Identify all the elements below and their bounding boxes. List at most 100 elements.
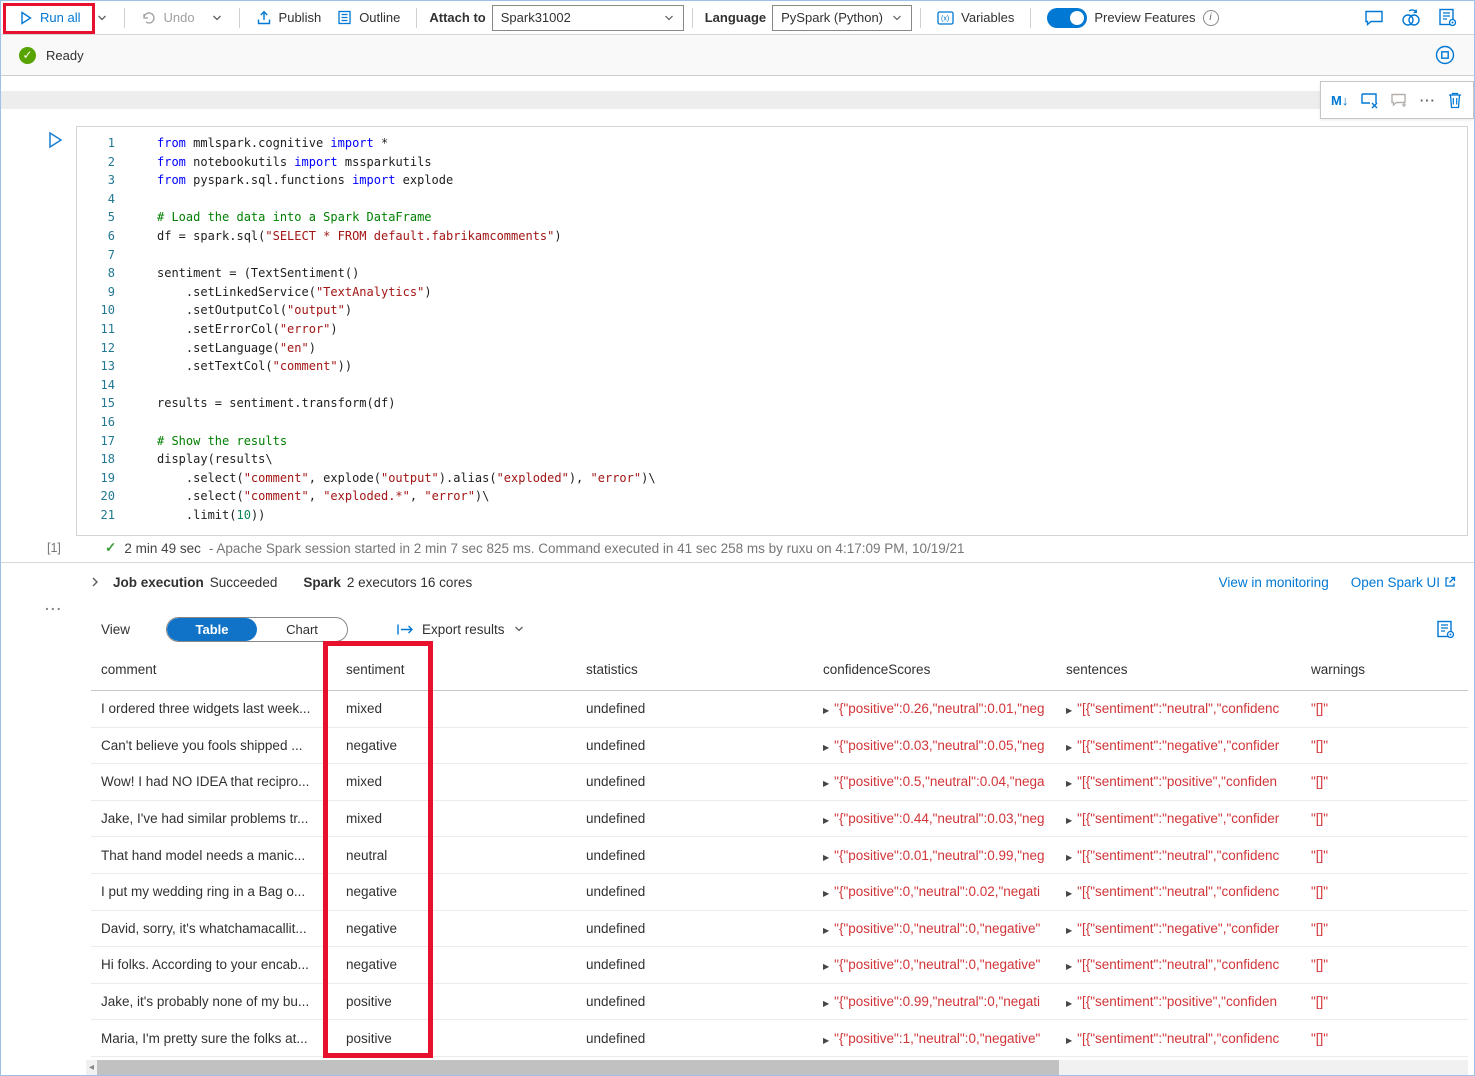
view-in-monitoring-link[interactable]: View in monitoring xyxy=(1219,575,1329,590)
run-all-button[interactable]: Run all xyxy=(11,4,88,32)
run-all-dropdown[interactable] xyxy=(88,4,116,32)
expand-icon[interactable]: ▶ xyxy=(1066,889,1072,898)
spark-sessions-button[interactable] xyxy=(1400,8,1422,27)
sentiment-cell: neutral xyxy=(336,848,576,863)
attach-to-label: Attach to xyxy=(429,10,485,25)
expand-job-chevron-icon[interactable] xyxy=(89,576,101,588)
expand-icon[interactable]: ▶ xyxy=(1066,1036,1072,1045)
run-cell-button[interactable] xyxy=(47,131,64,152)
undo-dropdown[interactable] xyxy=(203,4,231,32)
add-comment-button[interactable] xyxy=(1390,92,1409,109)
code-editor[interactable]: 1from mmlspark.cognitive import *2from n… xyxy=(76,126,1468,536)
sentiment-cell: mixed xyxy=(336,774,576,789)
job-execution-row: Job execution Succeeded Spark 2 executor… xyxy=(1,563,1474,601)
line-number: 3 xyxy=(77,171,115,190)
line-number: 13 xyxy=(77,357,115,376)
table-row[interactable]: Jake, I've had similar problems tr...mix… xyxy=(91,801,1468,838)
language-select[interactable]: PySpark (Python) xyxy=(772,5,912,31)
toolbar-right-icons xyxy=(1364,8,1464,27)
undo-button[interactable]: Undo xyxy=(133,4,202,32)
preview-features-toggle[interactable] xyxy=(1047,8,1087,28)
table-row[interactable]: I put my wedding ring in a Bag o...negat… xyxy=(91,874,1468,911)
expand-icon[interactable]: ▶ xyxy=(823,962,829,971)
table-row[interactable]: I ordered three widgets last week...mixe… xyxy=(91,691,1468,728)
toolbar-divider xyxy=(416,8,417,28)
table-row[interactable]: Can't believe you fools shipped ...negat… xyxy=(91,728,1468,765)
column-header-comment[interactable]: comment xyxy=(91,662,336,677)
markdown-convert-icon[interactable]: M↓ xyxy=(1331,93,1348,108)
sentiment-cell: negative xyxy=(336,921,576,936)
table-row[interactable]: Jake, it's probably none of my bu...posi… xyxy=(91,984,1468,1021)
scroll-left-icon[interactable]: ◂ xyxy=(86,1062,97,1073)
configure-columns-button[interactable] xyxy=(1436,620,1456,639)
expand-icon[interactable]: ▶ xyxy=(823,853,829,862)
sentiment-cell: negative xyxy=(336,884,576,899)
column-header-confidencescores[interactable]: confidenceScores xyxy=(813,662,1056,677)
code-line: 9 .setLinkedService("TextAnalytics") xyxy=(77,283,1467,302)
info-icon[interactable]: i xyxy=(1203,10,1219,26)
expand-icon[interactable]: ▶ xyxy=(1066,853,1072,862)
open-spark-ui-label: Open Spark UI xyxy=(1351,575,1440,590)
sentences-cell: ▶"[{"sentiment":"neutral","confidenc xyxy=(1056,701,1301,716)
clear-output-button[interactable] xyxy=(1360,92,1379,109)
expand-icon[interactable]: ▶ xyxy=(823,743,829,752)
table-row[interactable]: David, sorry, it's whatchamacallit...neg… xyxy=(91,911,1468,948)
attach-to-select[interactable]: Spark31002 xyxy=(492,5,684,31)
expand-icon[interactable]: ▶ xyxy=(1066,779,1072,788)
outline-icon xyxy=(337,10,352,25)
column-header-warnings[interactable]: warnings xyxy=(1301,662,1468,677)
warnings-cell: "[]" xyxy=(1301,957,1468,972)
expand-icon[interactable]: ▶ xyxy=(1066,999,1072,1008)
expand-icon[interactable]: ▶ xyxy=(1066,962,1072,971)
toolbar-divider xyxy=(239,8,240,28)
expand-icon[interactable]: ▶ xyxy=(823,779,829,788)
confidence-scores-cell: ▶"{"positive":0.44,"neutral":0.03,"neg xyxy=(813,811,1056,826)
expand-icon[interactable]: ▶ xyxy=(823,706,829,715)
warnings-cell: "[]" xyxy=(1301,994,1468,1009)
open-spark-ui-link[interactable]: Open Spark UI xyxy=(1351,575,1456,590)
table-header-row: comment sentiment statistics confidenceS… xyxy=(91,649,1468,691)
table-row[interactable]: Maria, I'm pretty sure the folks at...po… xyxy=(91,1020,1468,1057)
delete-cell-button[interactable] xyxy=(1447,91,1463,109)
variables-button[interactable]: (x) Variables xyxy=(929,4,1022,32)
configure-columns-icon xyxy=(1436,620,1456,639)
json-value: "{"positive":0.99,"neutral":0,"negati xyxy=(834,994,1040,1009)
export-results-button[interactable]: Export results xyxy=(396,622,525,637)
sentiment-cell: positive xyxy=(336,1031,576,1046)
configure-session-button[interactable] xyxy=(1438,8,1458,27)
language-value: PySpark (Python) xyxy=(781,10,883,25)
stop-session-button[interactable] xyxy=(1434,44,1456,66)
expand-icon[interactable]: ▶ xyxy=(823,816,829,825)
outline-button[interactable]: Outline xyxy=(329,4,408,32)
expand-icon[interactable]: ▶ xyxy=(1066,926,1072,935)
line-number: 16 xyxy=(77,413,115,432)
expand-icon[interactable]: ▶ xyxy=(823,926,829,935)
column-header-statistics[interactable]: statistics xyxy=(576,662,813,677)
column-header-sentences[interactable]: sentences xyxy=(1056,662,1301,677)
expand-icon[interactable]: ▶ xyxy=(823,889,829,898)
line-number: 6 xyxy=(77,227,115,246)
column-header-sentiment[interactable]: sentiment xyxy=(336,662,576,677)
table-row[interactable]: Hi folks. According to your encab...nega… xyxy=(91,947,1468,984)
tab-chart[interactable]: Chart xyxy=(257,618,347,641)
scrollbar-thumb[interactable] xyxy=(97,1060,1059,1075)
expand-icon[interactable]: ▶ xyxy=(1066,743,1072,752)
expand-icon[interactable]: ▶ xyxy=(1066,706,1072,715)
publish-button[interactable]: Publish xyxy=(248,4,330,32)
synapse-notebook-window: Run all Undo Publish Outline Attach to S… xyxy=(0,0,1475,1076)
horizontal-scrollbar[interactable]: ◂ xyxy=(86,1060,1468,1075)
line-number: 10 xyxy=(77,301,115,320)
comments-button[interactable] xyxy=(1364,9,1384,27)
table-row[interactable]: Wow! I had NO IDEA that recipro...mixedu… xyxy=(91,764,1468,801)
sentences-cell: ▶"[{"sentiment":"positive","confiden xyxy=(1056,774,1301,789)
preview-features-toggle-group: Preview Features i xyxy=(1039,4,1226,32)
tab-table[interactable]: Table xyxy=(167,618,257,641)
expand-icon[interactable]: ▶ xyxy=(1066,816,1072,825)
code-line: 15results = sentiment.transform(df) xyxy=(77,394,1467,413)
expand-icon[interactable]: ▶ xyxy=(823,1036,829,1045)
expand-icon[interactable]: ▶ xyxy=(823,999,829,1008)
more-actions-icon[interactable]: ··· xyxy=(1420,93,1436,108)
comment-cell: Jake, it's probably none of my bu... xyxy=(91,994,336,1009)
table-row[interactable]: That hand model needs a manic...neutralu… xyxy=(91,837,1468,874)
clear-output-icon xyxy=(1360,92,1379,109)
